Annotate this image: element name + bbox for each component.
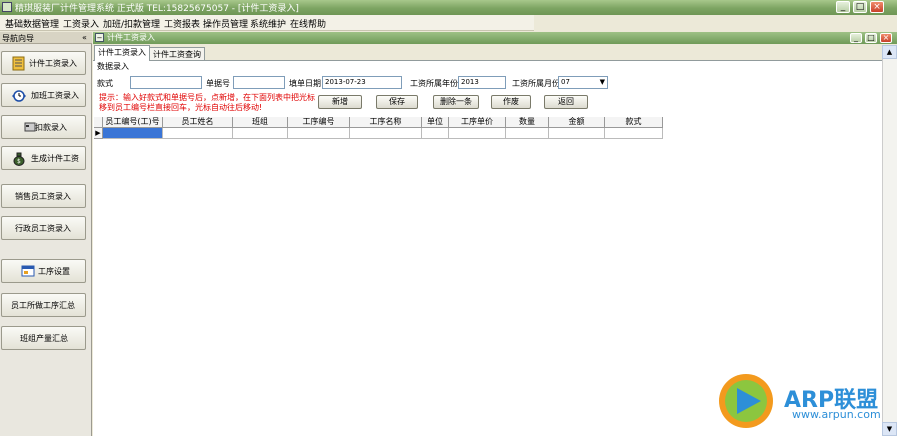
nav-piecework-entry[interactable]: 计件工资录入 (1, 51, 86, 75)
column-header[interactable]: 款式 (605, 117, 663, 128)
column-header[interactable]: 班组 (233, 117, 288, 128)
nav-deduction-entry[interactable]: 扣款录入 (1, 115, 86, 139)
vertical-scrollbar[interactable] (882, 45, 897, 436)
settings-window-icon (21, 265, 35, 277)
style-label: 款式 (97, 79, 113, 88)
arp-logo-icon (719, 374, 773, 428)
doc-no-input[interactable] (233, 76, 285, 89)
date-input[interactable]: 2013-07-23 (322, 76, 402, 89)
style-input[interactable] (130, 76, 202, 89)
menu-help[interactable]: 在线帮助 (290, 17, 326, 30)
nav-sales-wage-entry[interactable]: 销售员工资录入 (1, 184, 86, 208)
watermark-url: www.arpun.com (792, 408, 881, 421)
column-header[interactable]: 工序单价 (449, 117, 506, 128)
column-header[interactable]: 工序编号 (288, 117, 350, 128)
nav-label: 班组产量汇总 (20, 334, 68, 343)
nav-employee-process-summary[interactable]: 员工所做工序汇总 (1, 293, 86, 317)
menu-wage-report[interactable]: 工资报表 (164, 17, 200, 30)
nav-label: 计件工资录入 (29, 59, 77, 68)
close-button[interactable]: × (870, 1, 884, 13)
table-cell[interactable] (605, 128, 663, 139)
row-indicator-icon: ▶ (94, 128, 103, 139)
scroll-down-icon[interactable]: ▼ (882, 422, 897, 436)
nav-label: 加班工资录入 (31, 91, 79, 100)
year-label: 工资所属年份 (410, 79, 458, 88)
month-label: 工资所属月份 (512, 79, 560, 88)
svg-text:$: $ (17, 158, 21, 165)
column-header[interactable]: 员工姓名 (163, 117, 233, 128)
nav-label: 行政员工资录入 (15, 224, 71, 233)
app-icon (2, 2, 12, 12)
month-value: 07 (561, 78, 570, 86)
nav-label: 员工所做工序汇总 (11, 301, 75, 310)
date-label: 填单日期 (289, 79, 321, 88)
child-window-title: 计件工资录入 (107, 33, 155, 42)
child-minimize-button[interactable]: _ (850, 33, 862, 43)
child-close-button[interactable]: × (880, 33, 892, 43)
nav-label: 工序设置 (38, 267, 70, 276)
column-header[interactable]: 金额 (549, 117, 605, 128)
ledger-icon (12, 56, 25, 71)
nav-title: 导航向导 (2, 34, 34, 43)
nav-label: 销售员工资录入 (15, 192, 71, 201)
table-cell-selected[interactable] (103, 128, 163, 139)
table-cell[interactable] (163, 128, 233, 139)
year-input[interactable]: 2013 (458, 76, 506, 89)
hint-text: 提示：输入好款式和单据号后，点新增，在下面列表中把光标移到员工编号栏直接回车，光… (99, 93, 315, 112)
add-button[interactable]: 新增 (318, 95, 362, 109)
column-header[interactable]: 数量 (506, 117, 549, 128)
chevron-down-icon: ▼ (599, 78, 605, 86)
nav-label: 扣款录入 (35, 123, 67, 132)
table-cell[interactable] (233, 128, 288, 139)
child-maximize-button[interactable]: □ (865, 33, 877, 43)
column-header[interactable]: 单位 (422, 117, 449, 128)
table-cell[interactable] (506, 128, 549, 139)
grid-corner (94, 117, 103, 128)
save-button[interactable]: 保存 (376, 95, 418, 109)
table-cell[interactable] (288, 128, 350, 139)
nav-process-settings[interactable]: 工序设置 (1, 259, 86, 283)
delete-row-button[interactable]: 删除一条 (433, 95, 479, 109)
menu-overtime-deduction[interactable]: 加班/扣款管理 (103, 17, 160, 30)
maximize-button[interactable]: □ (853, 1, 867, 13)
scroll-up-icon[interactable]: ▲ (882, 45, 897, 59)
nav-label: 生成计件工资 (31, 154, 79, 163)
clock-arrows-icon (12, 90, 26, 102)
column-header[interactable]: 员工编号(工)号 (103, 117, 163, 128)
menu-wage-entry[interactable]: 工资录入 (63, 17, 99, 30)
money-bag-icon: $ (13, 152, 25, 166)
minimize-button[interactable]: _ (836, 1, 850, 13)
child-window-icon: − (95, 33, 104, 42)
menu-basic-data[interactable]: 基础数据管理 (5, 17, 59, 30)
collapse-icon[interactable]: « (82, 33, 87, 42)
nav-overtime-entry[interactable]: 加班工资录入 (1, 83, 86, 107)
return-button[interactable]: 返回 (544, 95, 588, 109)
menu-operator[interactable]: 操作员管理 (203, 17, 248, 30)
table-cell[interactable] (449, 128, 506, 139)
nav-admin-wage-entry[interactable]: 行政员工资录入 (1, 216, 86, 240)
app-title: 精琪服装厂计件管理系统 正式版 TEL:15825675057 - [计件工资录… (15, 4, 299, 14)
nav-generate-wage[interactable]: $ 生成计件工资 (1, 146, 86, 170)
child-window-title-bar (93, 32, 897, 44)
tab-piecework-entry[interactable]: 计件工资录入 (94, 45, 150, 61)
group-label: 数据录入 (97, 62, 129, 71)
table-cell[interactable] (350, 128, 422, 139)
doc-no-label: 单据号 (206, 79, 230, 88)
menu-system[interactable]: 系统维护 (250, 17, 286, 30)
column-header[interactable]: 工序名称 (350, 117, 422, 128)
nav-team-output-summary[interactable]: 班组产量汇总 (1, 326, 86, 350)
month-select[interactable]: 07 ▼ (558, 76, 608, 89)
table-cell[interactable] (422, 128, 449, 139)
void-button[interactable]: 作废 (491, 95, 531, 109)
tab-piecework-query[interactable]: 计件工资查询 (149, 47, 205, 60)
table-cell[interactable] (549, 128, 605, 139)
